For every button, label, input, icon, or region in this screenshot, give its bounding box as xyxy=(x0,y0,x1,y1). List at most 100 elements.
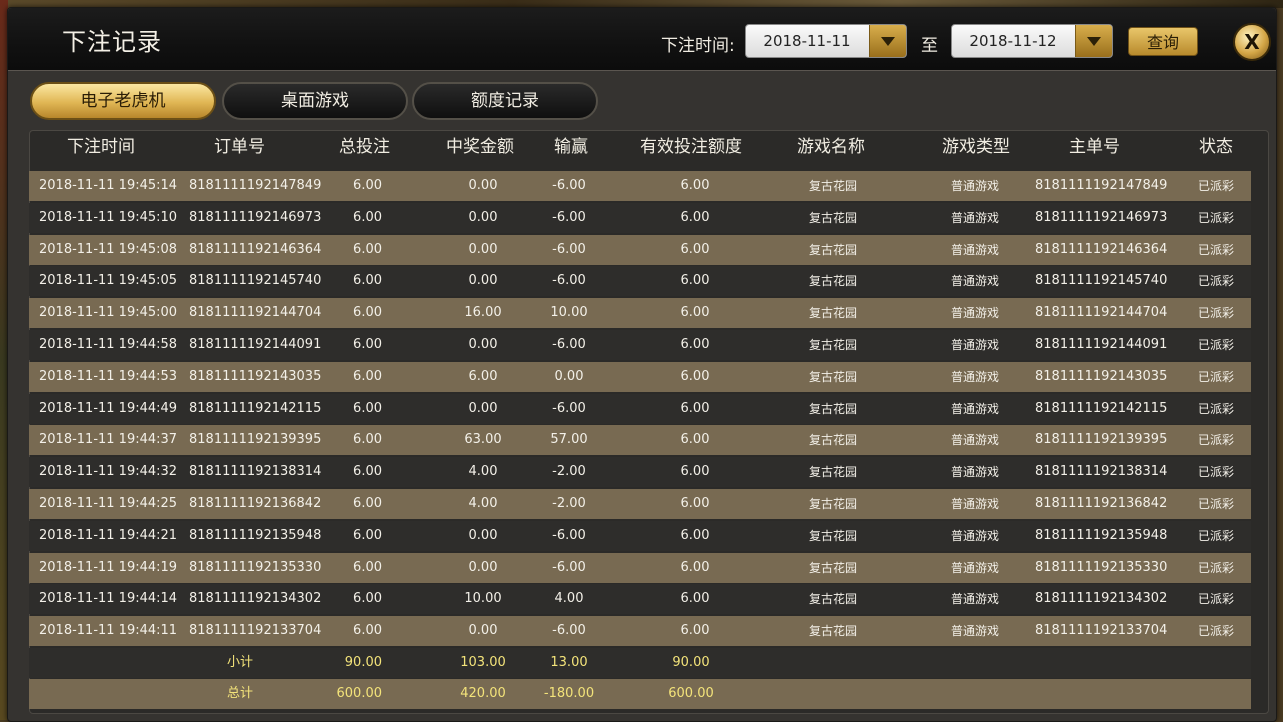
cell-valid-bet: 6.00 xyxy=(680,241,710,257)
column-header-master-no: 主单号 xyxy=(1069,137,1120,157)
cell-win-amount: 63.00 xyxy=(464,432,502,448)
cell-game-type: 普通游戏 xyxy=(950,528,999,543)
cell-total-bet: 6.00 xyxy=(353,496,382,511)
cell-total-bet: 6.00 xyxy=(353,337,382,352)
cell-game-type: 普通游戏 xyxy=(950,179,999,193)
close-icon[interactable]: X xyxy=(1233,23,1271,61)
cell-valid-bet: 6.00 xyxy=(680,337,710,352)
cell-win-amount: 0.00 xyxy=(468,559,498,575)
cell-win-amount: 0.00 xyxy=(468,527,498,543)
cell-game-type: 普通游戏 xyxy=(950,306,999,321)
cell-valid-bet: 6.00 xyxy=(680,368,710,384)
column-header-status: 状态 xyxy=(1199,137,1233,157)
tab-credit-records[interactable]: 额度记录 xyxy=(412,82,598,120)
cell-bet-time: 2018-11-11 19:44:21 xyxy=(39,527,178,543)
table-row: 2018-11-11 19:44:21 8181111192135948 6.00 0… xyxy=(29,520,1251,551)
cell-bet-time: 2018-11-11 19:45:10 xyxy=(39,209,178,225)
subtotal-net: 13.00 xyxy=(550,655,588,670)
cell-game-type: 普通游戏 xyxy=(950,274,999,289)
cell-bet-time: 2018-11-11 19:44:11 xyxy=(39,623,178,639)
subtotal-row: 小计 90.00 103.00 13.00 90.00 xyxy=(29,648,1251,678)
cell-total-bet: 6.00 xyxy=(353,559,382,575)
cell-total-bet: 6.00 xyxy=(353,432,382,448)
cell-game-name: 复古花园 xyxy=(808,179,857,193)
table-row: 2018-11-11 19:45:00 8181111192144704 6.00 1… xyxy=(29,298,1251,329)
cell-status: 已派彩 xyxy=(1197,306,1234,321)
dialog-header: 下注记录 下注时间: 2018-11-11 至 2018-11-12 查询 X xyxy=(8,8,1276,71)
cell-total-bet: 6.00 xyxy=(353,241,382,257)
chevron-down-icon xyxy=(1087,37,1101,46)
cell-net: -6.00 xyxy=(552,559,586,575)
cell-win-amount: 4.00 xyxy=(468,464,498,480)
table-row: 2018-11-11 19:44:14 8181111192134302 6.00 1… xyxy=(29,584,1251,615)
tab-table-games[interactable]: 桌面游戏 xyxy=(222,82,408,120)
table-row: 2018-11-11 19:44:19 8181111192135330 6.00 0… xyxy=(29,552,1251,583)
cell-total-bet: 6.00 xyxy=(353,305,382,321)
cell-order-no: 8181111192146364 xyxy=(189,241,322,257)
total-win: 420.00 xyxy=(460,686,506,701)
cell-master-no: 8181111192147849 xyxy=(1035,178,1168,193)
cell-status: 已派彩 xyxy=(1197,179,1234,193)
cell-net: 0.00 xyxy=(554,368,584,384)
cell-order-no: 8181111192135330 xyxy=(189,559,322,575)
cell-order-no: 8181111192146973 xyxy=(189,209,322,225)
cell-net: -6.00 xyxy=(552,209,586,225)
cell-game-name: 复古花园 xyxy=(808,338,857,352)
cell-order-no: 8181111192138314 xyxy=(189,464,322,480)
cell-valid-bet: 6.00 xyxy=(680,591,710,607)
cell-status: 已派彩 xyxy=(1197,369,1234,384)
cell-bet-time: 2018-11-11 19:44:53 xyxy=(39,368,178,384)
start-date-picker[interactable]: 2018-11-11 xyxy=(745,24,907,58)
cell-master-no: 8181111192139395 xyxy=(1035,432,1168,448)
cell-valid-bet: 6.00 xyxy=(680,496,710,511)
cell-valid-bet: 6.00 xyxy=(680,559,710,575)
cell-game-name: 复古花园 xyxy=(808,465,857,480)
cell-bet-time: 2018-11-11 19:44:25 xyxy=(39,496,178,511)
cell-win-amount: 10.00 xyxy=(464,591,502,607)
cell-net: -6.00 xyxy=(552,623,586,639)
cell-valid-bet: 6.00 xyxy=(680,178,710,193)
cell-total-bet: 6.00 xyxy=(353,527,382,543)
cell-status: 已派彩 xyxy=(1197,433,1234,448)
cell-status: 已派彩 xyxy=(1197,560,1234,575)
table-row: 2018-11-11 19:44:53 8181111192143035 6.00 6… xyxy=(29,361,1251,392)
cell-bet-time: 2018-11-11 19:44:49 xyxy=(39,400,178,416)
cell-game-name: 复古花园 xyxy=(808,401,857,416)
total-label: 总计 xyxy=(226,686,253,701)
end-date-dropdown-button[interactable] xyxy=(1075,25,1112,57)
cell-master-no: 8181111192138314 xyxy=(1035,464,1168,480)
cell-bet-time: 2018-11-11 19:44:58 xyxy=(39,337,178,352)
cell-bet-time: 2018-11-11 19:45:14 xyxy=(39,178,178,193)
cell-total-bet: 6.00 xyxy=(353,178,382,193)
column-header-bet-time: 下注时间 xyxy=(67,137,135,157)
cell-status: 已派彩 xyxy=(1197,528,1234,543)
cell-master-no: 8181111192144704 xyxy=(1035,305,1168,321)
dialog-title: 下注记录 xyxy=(62,28,162,56)
cell-game-name: 复古花园 xyxy=(808,624,857,639)
cell-status: 已派彩 xyxy=(1197,465,1234,480)
cell-total-bet: 6.00 xyxy=(353,623,382,639)
cell-order-no: 8181111192135948 xyxy=(189,527,322,543)
cell-total-bet: 6.00 xyxy=(353,368,382,384)
subtotal-win: 103.00 xyxy=(460,655,506,670)
cell-order-no: 8181111192144704 xyxy=(189,305,322,321)
cell-total-bet: 6.00 xyxy=(353,273,382,289)
end-date-picker[interactable]: 2018-11-12 xyxy=(951,24,1113,58)
cell-total-bet: 6.00 xyxy=(353,209,382,225)
cell-net: 4.00 xyxy=(554,591,584,607)
start-date-dropdown-button[interactable] xyxy=(869,25,906,57)
cell-master-no: 8181111192143035 xyxy=(1035,368,1168,384)
tab-slot-machine[interactable]: 电子老虎机 xyxy=(30,82,216,120)
query-button[interactable]: 查询 xyxy=(1128,27,1198,56)
cell-net: -2.00 xyxy=(552,464,586,480)
cell-win-amount: 0.00 xyxy=(468,623,498,639)
column-header-game-name: 游戏名称 xyxy=(797,137,865,157)
cell-valid-bet: 6.00 xyxy=(680,273,710,289)
subtotal-valid: 90.00 xyxy=(672,655,710,670)
cell-win-amount: 0.00 xyxy=(468,273,498,289)
cell-valid-bet: 6.00 xyxy=(680,305,710,321)
cell-status: 已派彩 xyxy=(1197,497,1234,511)
cell-net: -6.00 xyxy=(552,241,586,257)
cell-game-name: 复古花园 xyxy=(808,274,857,289)
cell-game-type: 普通游戏 xyxy=(950,210,999,225)
